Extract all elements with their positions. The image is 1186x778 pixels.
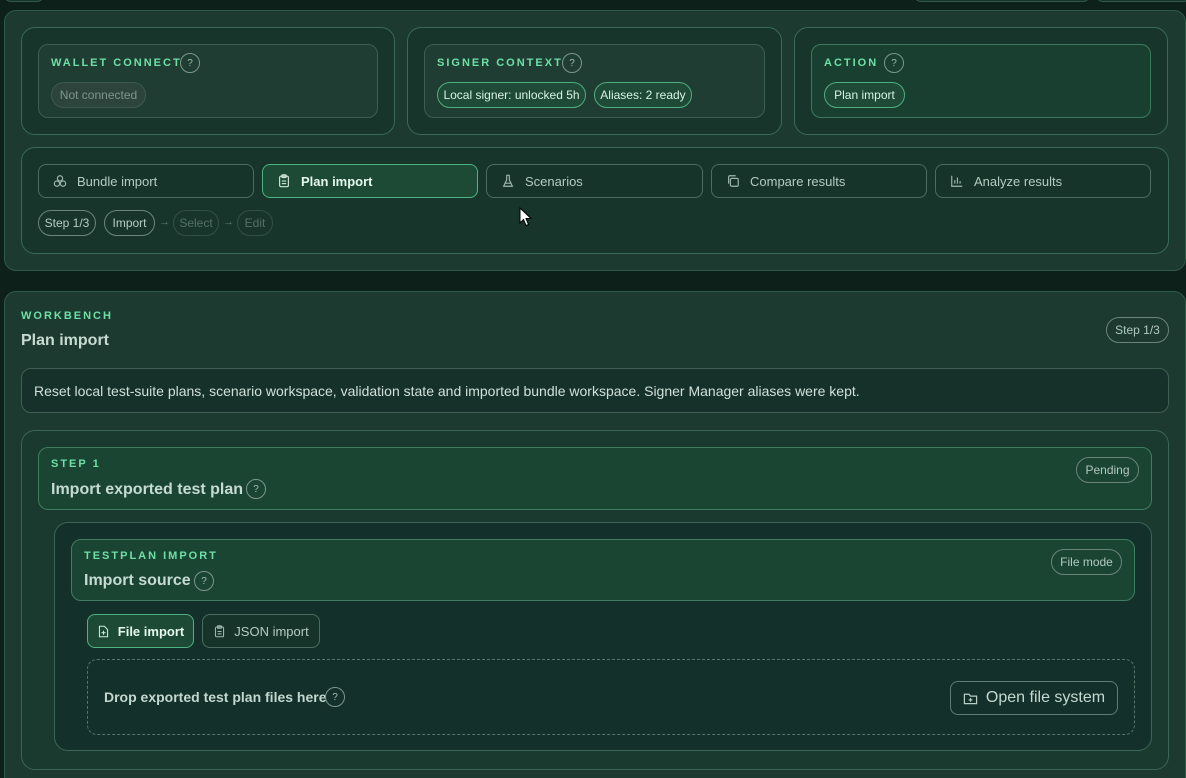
step1-title: Import exported test plan [51,481,244,498]
action-help-icon[interactable]: ? [884,53,904,73]
folder-plus-icon [963,693,978,704]
nav-bundle-import[interactable]: Bundle import [38,164,254,198]
copy-icon [728,175,739,187]
header-remnant-right-1 [914,0,1090,2]
open-file-system-label: Open file system [985,689,1106,706]
nav-scenarios-label: Scenarios [525,173,583,189]
drop-zone-label: Drop exported test plan files here [104,689,327,705]
crumb-edit: Edit [237,210,273,236]
testplan-title: Import source [84,572,191,589]
wallet-status-badge: Not connected [51,82,146,108]
nav-compare-results[interactable]: Compare results [711,164,927,198]
crumb-arrow-1: → [159,216,170,228]
file-import-tab[interactable]: File import [87,614,194,648]
step-indicator: Step 1/3 [38,210,96,236]
crumb-arrow-2: → [223,216,234,228]
step1-header [38,447,1152,510]
action-chip: Plan import [824,82,905,108]
header-remnant-left [4,0,44,2]
flask-icon [502,174,514,187]
workbench-step-badge: Step 1/3 [1106,317,1169,343]
crumb-select: Select [173,210,219,236]
workbench-title: Plan import [21,332,110,349]
json-import-tab[interactable]: JSON import [202,614,320,648]
signer-status-chip: Local signer: unlocked 5h [437,82,586,108]
testplan-help-icon[interactable]: ? [194,571,214,591]
status-message-text: Reset local test-suite plans, scenario w… [34,382,860,399]
clipboard-icon [279,174,289,188]
step1-help-icon[interactable]: ? [246,479,266,499]
nav-bundle-import-label: Bundle import [77,173,158,189]
json-import-label: JSON import [234,623,309,639]
wallet-kicker: WALLET CONNECT [51,57,182,69]
crumb-import[interactable]: Import [104,210,155,236]
mouse-cursor-icon [519,207,532,227]
boxes-icon [53,175,67,187]
testplan-kicker: TESTPLAN IMPORT [84,550,218,562]
file-mode-badge: File mode [1051,549,1122,575]
file-import-label: File import [117,623,185,639]
clipboard-icon [215,624,225,637]
drop-zone-help-icon[interactable]: ? [325,687,345,707]
bar-chart-icon [951,175,963,187]
signer-kicker: SIGNER CONTEXT [437,57,563,69]
workbench-kicker: WORKBENCH [21,310,113,322]
aliases-chip: Aliases: 2 ready [594,82,692,108]
nav-scenarios[interactable]: Scenarios [486,164,703,198]
action-kicker: ACTION [824,57,879,69]
nav-plan-import[interactable]: Plan import [262,164,478,198]
nav-plan-import-label: Plan import [301,173,373,189]
signer-help-icon[interactable]: ? [562,53,582,73]
header-remnant-right-2 [1096,0,1186,2]
step1-status-badge: Pending [1076,457,1139,483]
open-file-system-button[interactable]: Open file system [950,681,1118,715]
testplan-header [71,539,1135,601]
file-plus-icon [98,625,108,637]
wallet-help-icon[interactable]: ? [180,53,200,73]
nav-analyze-results-label: Analyze results [974,173,1063,189]
nav-compare-results-label: Compare results [750,173,846,189]
status-message: Reset local test-suite plans, scenario w… [21,368,1169,413]
step1-kicker: STEP 1 [51,458,101,470]
nav-analyze-results[interactable]: Analyze results [935,164,1151,198]
